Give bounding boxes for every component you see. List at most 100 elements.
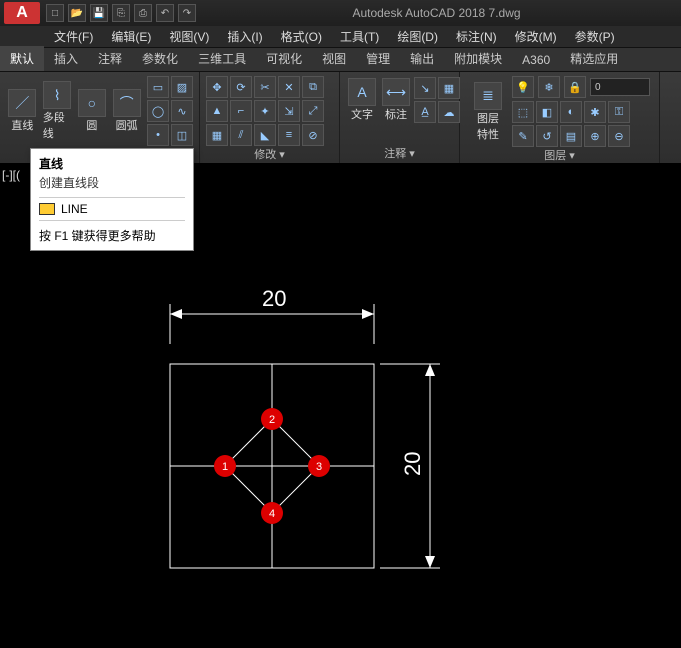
tab-default[interactable]: 默认	[0, 46, 44, 71]
layerlock-icon[interactable]: ⚿	[608, 101, 630, 123]
menu-view[interactable]: 视图(V)	[161, 26, 217, 47]
rect-icon[interactable]: ▭	[147, 76, 169, 98]
qat-open-icon[interactable]: 📂	[68, 4, 86, 22]
panel-annot-title[interactable]: 注释 ▾	[346, 145, 453, 161]
break-icon[interactable]: ⊘	[302, 124, 324, 146]
svg-text:3: 3	[316, 461, 322, 473]
polyline-icon: ⌇	[43, 81, 71, 109]
arc-label: 圆弧	[116, 117, 138, 133]
qat-save-icon[interactable]: 💾	[90, 4, 108, 22]
layermatch-icon[interactable]: ⬚	[512, 101, 534, 123]
menu-param[interactable]: 参数(P)	[567, 26, 623, 47]
copy-icon[interactable]: ⧉	[302, 76, 324, 98]
tab-addin[interactable]: 附加模块	[444, 46, 512, 71]
tab-annotate[interactable]: 注释	[88, 46, 132, 71]
freeze-icon[interactable]: ❄	[538, 76, 560, 98]
tab-a360[interactable]: A360	[512, 49, 560, 71]
menu-dimension[interactable]: 标注(N)	[448, 26, 505, 47]
qat-new-icon[interactable]: □	[46, 4, 64, 22]
table-icon[interactable]: ▦	[438, 77, 460, 99]
hatch-icon[interactable]: ▨	[171, 76, 193, 98]
app-logo[interactable]: A	[4, 2, 40, 24]
tab-visualize[interactable]: 可视化	[256, 46, 312, 71]
region-icon[interactable]: ◫	[171, 124, 193, 146]
menu-file[interactable]: 文件(F)	[46, 26, 101, 47]
window-title: Autodesk AutoCAD 2018 7.dwg	[196, 6, 677, 20]
panel-modify: ✥ ⟳ ✂ ✕ ⧉ ▲ ⌐ ✦ ⇲ ⤢ ▦ ⫽ ◣ ≡ ⊘ 修改 ▾	[200, 72, 340, 163]
text-icon: A	[348, 78, 376, 106]
mirror-icon[interactable]: ▲	[206, 100, 228, 122]
layerprev-icon[interactable]: ↺	[536, 125, 558, 147]
qat-redo-icon[interactable]: ↷	[178, 4, 196, 22]
menu-format[interactable]: 格式(O)	[273, 26, 330, 47]
tab-featured[interactable]: 精选应用	[560, 46, 628, 71]
spline-icon[interactable]: ∿	[171, 100, 193, 122]
layerdel-icon[interactable]: ⊖	[608, 125, 630, 147]
move-icon[interactable]: ✥	[206, 76, 228, 98]
explode-icon[interactable]: ✦	[254, 100, 276, 122]
text-label: 文字	[351, 106, 373, 122]
leader-icon[interactable]: ↘	[414, 77, 436, 99]
ellipse-icon[interactable]: ◯	[147, 100, 169, 122]
rotate-icon[interactable]: ⟳	[230, 76, 252, 98]
lock-icon[interactable]: 🔒	[564, 76, 586, 98]
offset-icon[interactable]: ⫽	[230, 124, 252, 146]
circle-button[interactable]: ○ 圆	[76, 87, 109, 135]
stretch-icon[interactable]: ⇲	[278, 100, 300, 122]
menu-edit[interactable]: 编辑(E)	[103, 26, 159, 47]
layer-combo[interactable]: 0	[590, 78, 650, 96]
scale-icon[interactable]: ⤢	[302, 100, 324, 122]
circle-label: 圆	[86, 117, 97, 133]
menu-bar: 文件(F) 编辑(E) 视图(V) 插入(I) 格式(O) 工具(T) 绘图(D…	[0, 26, 681, 48]
layer-props-button[interactable]: ≣ 图层 特性	[466, 80, 510, 144]
array-icon[interactable]: ▦	[206, 124, 228, 146]
qat-undo-icon[interactable]: ↶	[156, 4, 174, 22]
tab-insert[interactable]: 插入	[44, 46, 88, 71]
tab-output[interactable]: 输出	[400, 46, 444, 71]
viewport-label[interactable]: [-][(	[2, 168, 20, 182]
line-label: 直线	[11, 117, 33, 133]
tab-parametric[interactable]: 参数化	[132, 46, 188, 71]
layerfrz-icon[interactable]: ✱	[584, 101, 606, 123]
menu-insert[interactable]: 插入(I)	[219, 26, 270, 47]
menu-tools[interactable]: 工具(T)	[332, 26, 387, 47]
tooltip-subtitle: 创建直线段	[31, 174, 193, 197]
layeroff-icon[interactable]: ◐	[560, 101, 582, 123]
menu-draw[interactable]: 绘图(D)	[389, 26, 446, 47]
tab-view[interactable]: 视图	[312, 46, 356, 71]
dim-right-text: 20	[400, 452, 425, 476]
line-button[interactable]: ／ 直线	[6, 87, 39, 135]
dim-label: 标注	[385, 106, 407, 122]
qat-saveas-icon[interactable]: ⎘	[112, 4, 130, 22]
tab-3dtools[interactable]: 三维工具	[188, 46, 256, 71]
panel-layers-title[interactable]: 图层 ▾	[466, 147, 653, 163]
erase-icon[interactable]: ✕	[278, 76, 300, 98]
tab-manage[interactable]: 管理	[356, 46, 400, 71]
panel-modify-title[interactable]: 修改 ▾	[206, 146, 333, 162]
layeriso-icon[interactable]: ◧	[536, 101, 558, 123]
layermake-icon[interactable]: ✎	[512, 125, 534, 147]
chamfer-icon[interactable]: ◣	[254, 124, 276, 146]
dimension-icon: ⟷	[382, 78, 410, 106]
bulb-icon[interactable]: 💡	[512, 76, 534, 98]
cloud-icon[interactable]: ☁	[438, 101, 460, 123]
tooltip-command-row: LINE	[39, 197, 185, 221]
trim-icon[interactable]: ✂	[254, 76, 276, 98]
dimension-top: 20	[170, 286, 374, 344]
menu-modify[interactable]: 修改(M)	[507, 26, 565, 47]
layerwalk-icon[interactable]: ▤	[560, 125, 582, 147]
arc-button[interactable]: ⌒ 圆弧	[110, 87, 143, 135]
mtext-icon[interactable]: A̲	[414, 101, 436, 123]
tooltip-help: 按 F1 键获得更多帮助	[31, 221, 193, 250]
polyline-button[interactable]: ⌇ 多段线	[41, 79, 74, 143]
align-icon[interactable]: ≡	[278, 124, 300, 146]
circle-icon: ○	[78, 89, 106, 117]
layermerge-icon[interactable]: ⊕	[584, 125, 606, 147]
point-icon[interactable]: •	[147, 124, 169, 146]
text-button[interactable]: A 文字	[346, 76, 378, 124]
fillet-icon[interactable]: ⌐	[230, 100, 252, 122]
qat-print-icon[interactable]: ⎙	[134, 4, 152, 22]
dim-button[interactable]: ⟷ 标注	[380, 76, 412, 124]
marker-1: 1	[214, 455, 236, 477]
line-icon: ／	[8, 89, 36, 117]
